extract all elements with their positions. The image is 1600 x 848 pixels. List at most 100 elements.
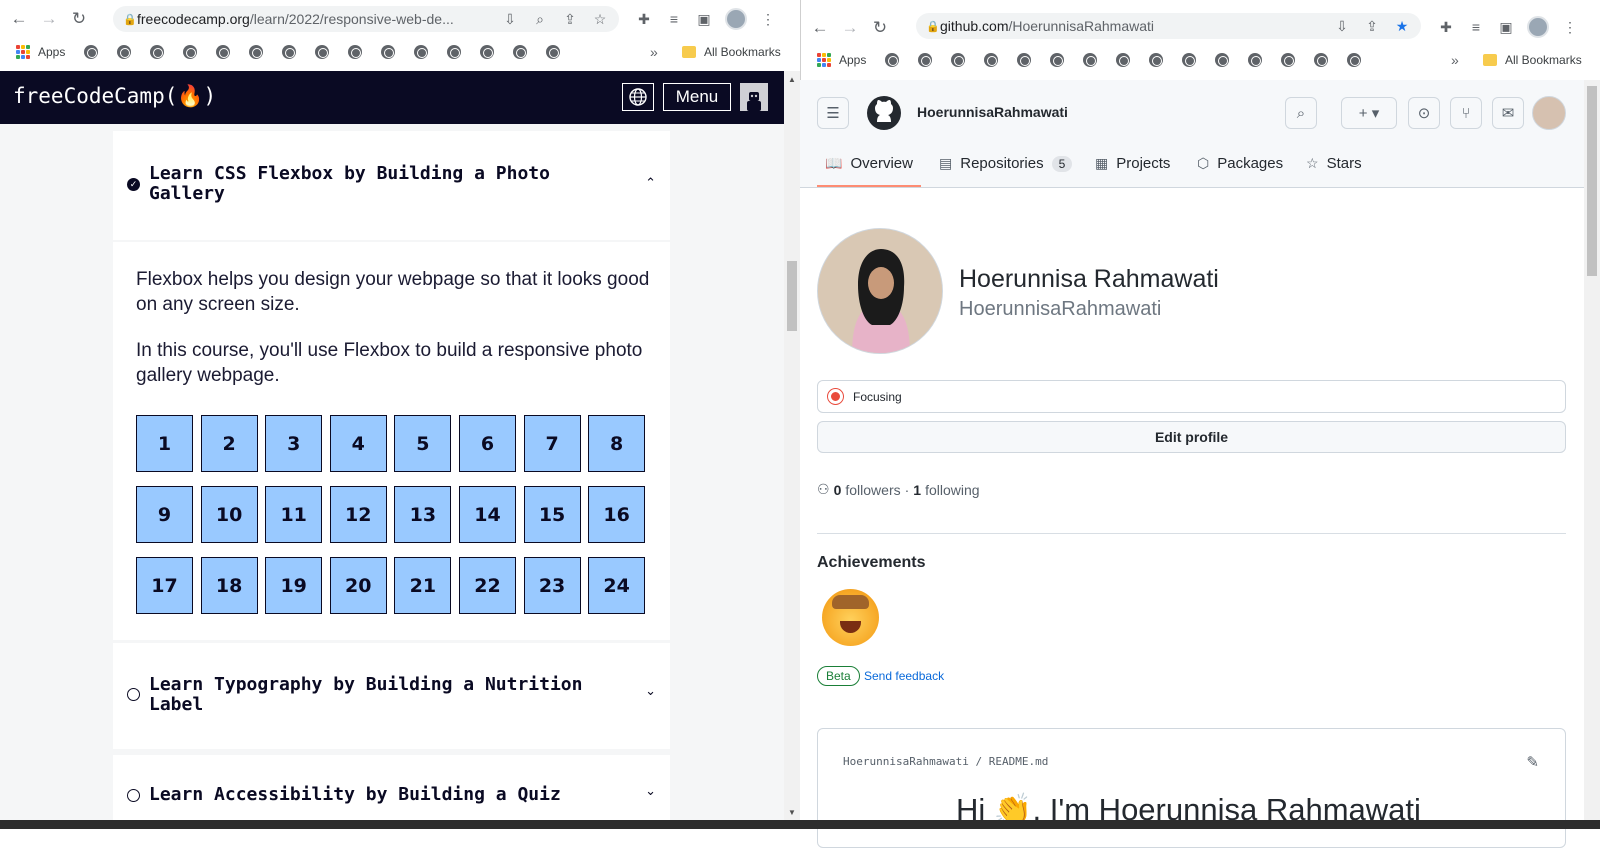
challenge-tile[interactable]: 3 bbox=[265, 415, 323, 472]
challenge-tile[interactable]: 10 bbox=[200, 486, 258, 543]
back-icon[interactable]: ← bbox=[809, 17, 831, 39]
bookmark-globe-icon[interactable] bbox=[918, 53, 933, 67]
fcc-logo[interactable]: freeCodeCamp(🔥) bbox=[13, 84, 216, 109]
apps-icon[interactable] bbox=[817, 53, 831, 67]
bookmark-globe-icon[interactable] bbox=[1347, 53, 1362, 67]
bookmark-globe-icon[interactable] bbox=[183, 45, 198, 59]
following-label[interactable]: following bbox=[925, 482, 979, 498]
extensions-icon[interactable]: ✚ bbox=[1437, 18, 1455, 36]
bookmark-globe-icon[interactable] bbox=[315, 45, 330, 59]
create-new-button[interactable]: + ▾ bbox=[1341, 97, 1397, 129]
reading-list-icon[interactable]: ≡ bbox=[665, 10, 683, 28]
followers-count[interactable]: 0 bbox=[834, 482, 842, 498]
achievements-heading[interactable]: Achievements bbox=[817, 554, 926, 572]
bookmark-globe-icon[interactable] bbox=[1248, 53, 1263, 67]
bookmark-globe-icon[interactable] bbox=[546, 45, 561, 59]
forward-icon[interactable]: → bbox=[839, 17, 861, 39]
bookmark-globe-icon[interactable] bbox=[348, 45, 363, 59]
profile-avatar[interactable] bbox=[725, 8, 747, 30]
scrollbar-thumb[interactable] bbox=[1587, 86, 1597, 276]
profile-avatar[interactable] bbox=[1527, 16, 1549, 38]
bookmarks-overflow-button[interactable]: » bbox=[1451, 52, 1459, 68]
pull-requests-icon[interactable]: ⑂ bbox=[1450, 97, 1482, 129]
bookmark-globe-icon[interactable] bbox=[513, 45, 528, 59]
block-header-typography[interactable]: Learn Typography by Building a Nutrition… bbox=[113, 643, 670, 749]
header-username[interactable]: HoerunnisaRahmawati bbox=[917, 104, 1068, 120]
bookmark-globe-icon[interactable] bbox=[216, 45, 231, 59]
all-bookmarks-button[interactable]: All Bookmarks bbox=[1483, 53, 1582, 67]
readme-file[interactable]: README.md bbox=[989, 755, 1049, 768]
apps-label[interactable]: Apps bbox=[839, 53, 866, 67]
bookmark-globe-icon[interactable] bbox=[150, 45, 165, 59]
challenge-tile[interactable]: 11 bbox=[265, 486, 323, 543]
readme-owner[interactable]: HoerunnisaRahmawati bbox=[843, 755, 969, 768]
share-icon[interactable]: ⇪ bbox=[1363, 17, 1381, 35]
page-scrollbar[interactable] bbox=[1584, 80, 1600, 829]
challenge-tile[interactable]: 8 bbox=[588, 415, 646, 472]
all-bookmarks-button[interactable]: All Bookmarks bbox=[682, 45, 781, 59]
tab-repositories[interactable]: ▤ Repositories 5 bbox=[939, 155, 1073, 172]
header-avatar[interactable] bbox=[1532, 96, 1566, 130]
tab-overview[interactable]: 📖 Overview bbox=[825, 155, 913, 172]
challenge-tile[interactable]: 19 bbox=[265, 557, 323, 614]
bookmark-globe-icon[interactable] bbox=[84, 45, 99, 59]
back-icon[interactable]: ← bbox=[8, 8, 30, 30]
inbox-icon[interactable]: ✉ bbox=[1492, 97, 1524, 129]
challenge-tile[interactable]: 6 bbox=[458, 415, 516, 472]
scroll-up-arrow[interactable]: ▲ bbox=[788, 75, 796, 84]
address-bar[interactable]: 🔒 freecodecamp.org /learn/2022/responsiv… bbox=[113, 6, 619, 32]
page-scrollbar[interactable]: ▲ ▼ bbox=[784, 71, 800, 829]
tab-packages[interactable]: ⬡ Packages bbox=[1197, 155, 1283, 172]
challenge-tile[interactable]: 17 bbox=[136, 557, 193, 614]
bookmark-globe-icon[interactable] bbox=[1083, 53, 1098, 67]
chevron-down-icon[interactable]: ⌄ bbox=[645, 783, 656, 799]
bookmark-globe-icon[interactable] bbox=[117, 45, 132, 59]
bookmark-globe-icon[interactable] bbox=[282, 45, 297, 59]
chevron-up-icon[interactable]: ⌃ bbox=[645, 175, 656, 191]
status-button[interactable]: Focusing bbox=[817, 380, 1566, 413]
user-avatar[interactable] bbox=[740, 83, 768, 111]
challenge-tile[interactable]: 23 bbox=[523, 557, 581, 614]
challenge-tile[interactable]: 5 bbox=[394, 415, 452, 472]
challenge-tile[interactable]: 12 bbox=[329, 486, 387, 543]
bookmark-globe-icon[interactable] bbox=[414, 45, 429, 59]
challenge-tile[interactable]: 18 bbox=[200, 557, 258, 614]
challenge-tile[interactable]: 4 bbox=[329, 415, 387, 472]
bookmark-globe-icon[interactable] bbox=[447, 45, 462, 59]
bookmark-globe-icon[interactable] bbox=[1149, 53, 1164, 67]
install-icon[interactable]: ⇩ bbox=[1333, 17, 1351, 35]
search-button[interactable]: ⌕ bbox=[1285, 97, 1317, 129]
bookmark-globe-icon[interactable] bbox=[1017, 53, 1032, 67]
bookmark-globe-icon[interactable] bbox=[1050, 53, 1065, 67]
issues-icon[interactable]: ⊙ bbox=[1408, 97, 1440, 129]
bookmark-globe-icon[interactable] bbox=[951, 53, 966, 67]
apps-icon[interactable] bbox=[16, 45, 30, 59]
extensions-icon[interactable]: ✚ bbox=[635, 10, 653, 28]
scroll-down-arrow[interactable]: ▼ bbox=[788, 808, 796, 817]
challenge-tile[interactable]: 22 bbox=[458, 557, 516, 614]
pencil-icon[interactable]: ✎ bbox=[1526, 753, 1539, 771]
following-count[interactable]: 1 bbox=[913, 482, 921, 498]
send-feedback-link[interactable]: Send feedback bbox=[864, 669, 944, 683]
apps-label[interactable]: Apps bbox=[38, 45, 65, 59]
block-header-flexbox[interactable]: ✓ Learn CSS Flexbox by Building a Photo … bbox=[113, 131, 670, 240]
reload-icon[interactable]: ↻ bbox=[869, 17, 891, 39]
zoom-icon[interactable]: ⌕ bbox=[531, 10, 549, 28]
tab-projects[interactable]: ▦ Projects bbox=[1095, 155, 1170, 172]
challenge-tile[interactable]: 20 bbox=[329, 557, 387, 614]
challenge-tile[interactable]: 15 bbox=[523, 486, 581, 543]
challenge-tile[interactable]: 21 bbox=[394, 557, 452, 614]
kebab-menu-icon[interactable]: ⋮ bbox=[1561, 18, 1579, 36]
install-icon[interactable]: ⇩ bbox=[501, 10, 519, 28]
kebab-menu-icon[interactable]: ⋮ bbox=[759, 10, 777, 28]
challenge-tile[interactable]: 14 bbox=[458, 486, 516, 543]
challenge-tile[interactable]: 9 bbox=[136, 486, 193, 543]
bookmark-globe-icon[interactable] bbox=[1314, 53, 1329, 67]
challenge-tile[interactable]: 7 bbox=[523, 415, 581, 472]
chevron-down-icon[interactable]: ⌄ bbox=[645, 683, 656, 699]
side-panel-icon[interactable]: ▣ bbox=[1497, 18, 1515, 36]
bookmark-globe-icon[interactable] bbox=[1182, 53, 1197, 67]
hamburger-menu-button[interactable]: ☰ bbox=[817, 97, 849, 129]
challenge-tile[interactable]: 1 bbox=[136, 415, 193, 472]
bookmark-globe-icon[interactable] bbox=[381, 45, 396, 59]
